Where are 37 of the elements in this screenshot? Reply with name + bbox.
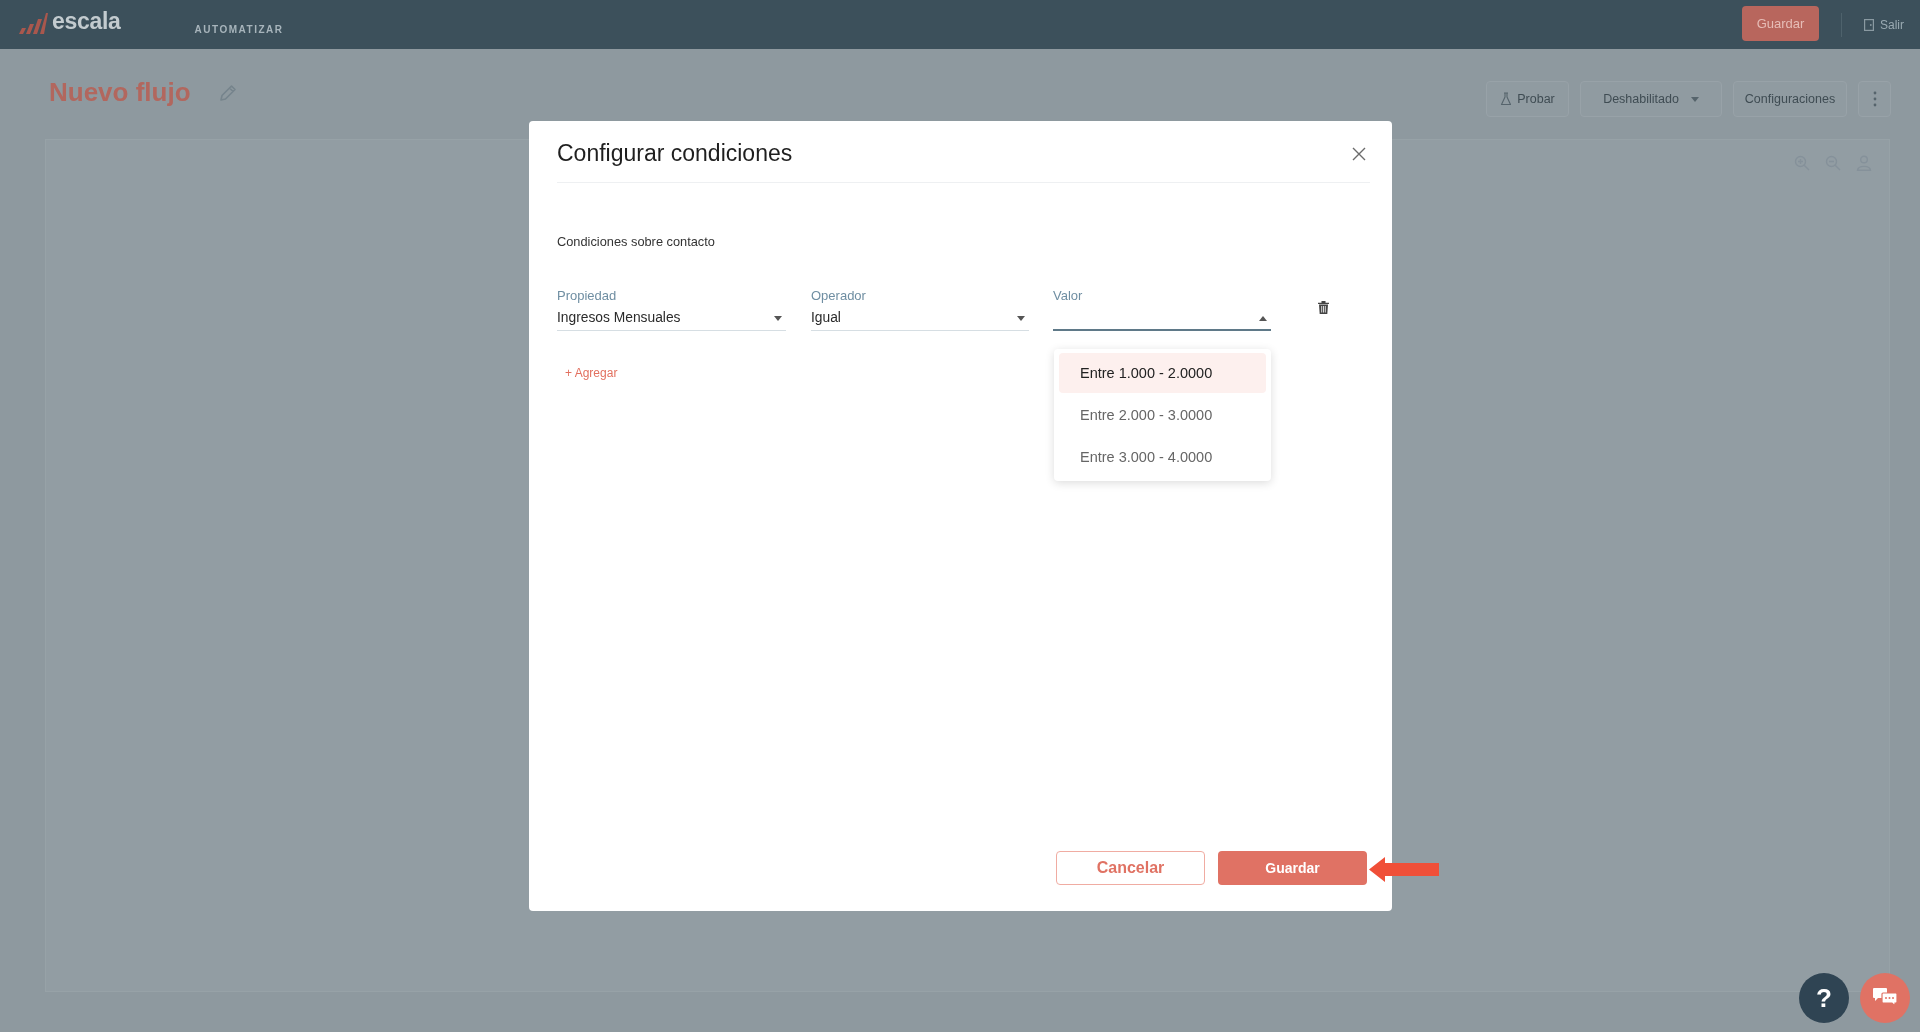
caret-icon <box>1259 315 1267 321</box>
section-label: Condiciones sobre contacto <box>557 234 715 250</box>
page-title: Nuevo flujo <box>49 76 191 108</box>
close-icon[interactable] <box>1352 146 1366 161</box>
trash-icon[interactable] <box>1318 301 1329 314</box>
more-icon <box>1872 91 1877 107</box>
save-button[interactable]: Guardar <box>1218 851 1367 885</box>
save-button[interactable]: Guardar <box>1742 6 1819 41</box>
add-condition-link[interactable]: + Agregar <box>565 365 618 381</box>
dropdown-option[interactable]: Entre 1.000 - 2.0000 <box>1059 353 1266 393</box>
section-label: AUTOMATIZAR <box>194 24 284 35</box>
settings-button[interactable]: Configuraciones <box>1733 81 1847 117</box>
dropdown-option[interactable]: Entre 3.000 - 4.0000 <box>1059 437 1266 477</box>
pencil-icon[interactable] <box>217 83 238 103</box>
chat-icon <box>1873 988 1897 1008</box>
field-label: Valor <box>1053 288 1083 304</box>
dialog-title: Configurar condiciones <box>557 140 793 167</box>
cancel-button[interactable]: Cancelar <box>1056 851 1205 885</box>
test-button[interactable]: Probar <box>1486 81 1569 117</box>
logo-text: escala <box>52 8 121 35</box>
dropdown-option[interactable]: Entre 2.000 - 3.0000 <box>1059 395 1266 435</box>
more-button[interactable] <box>1858 81 1891 117</box>
logo-bars-icon <box>18 11 48 34</box>
flask-icon <box>1500 92 1513 106</box>
annotation-arrow <box>1369 857 1439 882</box>
field-label: Operador <box>811 288 866 304</box>
field-label: Propiedad <box>557 288 617 304</box>
exit-button[interactable]: Salir <box>1864 17 1904 32</box>
chat-button[interactable] <box>1860 973 1910 1023</box>
select-field[interactable]: Igual <box>811 308 1029 331</box>
status-dropdown[interactable]: Deshabilitado <box>1580 81 1722 117</box>
select-field[interactable]: Ingresos Mensuales <box>557 308 786 331</box>
caret-icon <box>1017 315 1025 321</box>
caret-icon <box>774 315 782 321</box>
door-icon <box>1864 18 1874 31</box>
caret-icon <box>1690 96 1699 102</box>
help-button[interactable]: ? <box>1799 973 1849 1023</box>
